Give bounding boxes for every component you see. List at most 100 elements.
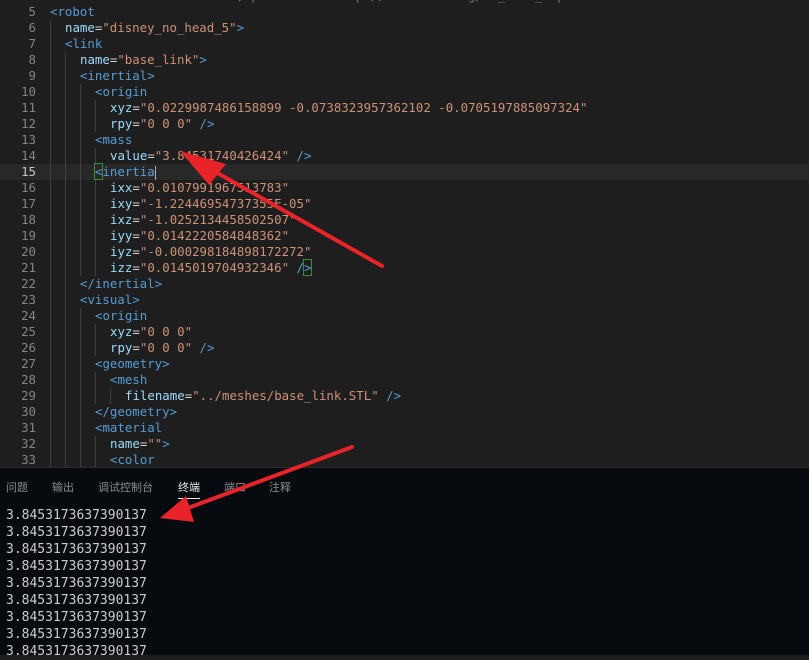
code-line[interactable]: 16 ixx="0.0107991967513783" [0, 180, 809, 196]
panel-tab[interactable]: 端口 [224, 479, 246, 495]
panel-tab[interactable]: 注释 [269, 479, 291, 495]
code-line[interactable]: 9 <inertial> [0, 68, 809, 84]
token-tag: <origin [95, 308, 148, 323]
indent-guide [65, 324, 66, 340]
token-str: "0.0145019704932346" [139, 260, 290, 275]
indent-guide [50, 68, 51, 84]
token-str: "0 0 0" [139, 324, 193, 339]
code-line[interactable]: 15 <inertia [0, 163, 809, 180]
token-tag: /> [192, 340, 215, 355]
code-line[interactable]: 23 <visual> [0, 292, 809, 308]
code-line[interactable]: 24 <origin [0, 308, 809, 324]
code-line[interactable]: 22 </inertial> [0, 276, 809, 292]
token-attr: ixz [110, 212, 133, 227]
indent-guide [50, 196, 51, 212]
code-line[interactable]: 10 <origin [0, 84, 809, 100]
indent-guide [65, 356, 66, 372]
indent-guide [95, 180, 96, 196]
indent-guide [50, 436, 51, 452]
token-tag: <inertial> [80, 68, 155, 83]
indent-guide [80, 212, 81, 228]
code-line[interactable]: 18 ixz="-1.0252134458502507" [0, 212, 809, 228]
indent-guide [50, 324, 51, 340]
indent-guide [50, 420, 51, 436]
code-text: xyz="0.0229987486158899 -0.0738323957362… [110, 100, 587, 116]
panel-tab[interactable]: 终端 [178, 479, 200, 495]
token-eq: = [132, 340, 140, 355]
code-text: <link [65, 36, 102, 52]
code-line[interactable]: 8 name="base_link"> [0, 52, 809, 68]
code-line[interactable]: 11 xyz="0.0229987486158899 -0.07383239573… [0, 100, 809, 116]
code-line[interactable]: 19 iyy="0.0142220584848362" [0, 228, 809, 244]
code-line[interactable]: 14 value="3.84531740426424" /> [0, 148, 809, 164]
code-line[interactable]: 26 rpy="0 0 0" /> [0, 340, 809, 356]
code-line[interactable]: 33 <color [0, 452, 809, 468]
code-line[interactable]: 21 izz="0.0145019704932346" /> [0, 259, 809, 276]
indent-guide [65, 260, 66, 276]
code-line[interactable]: 7 <link [0, 36, 809, 52]
indent-guide [65, 340, 66, 356]
code-line[interactable]: 12 rpy="0 0 0" /> [0, 116, 809, 132]
line-number: 19 [21, 228, 36, 243]
indent-guide [65, 244, 66, 260]
indent-guide [65, 404, 66, 420]
code-line[interactable]: 17 ixy="-1.22446954737355E-05" [0, 196, 809, 212]
line-number: 13 [21, 132, 36, 147]
indent-guide [65, 372, 66, 388]
token-eq: = [132, 212, 140, 227]
token-str: "../meshes/base_link.STL" [192, 388, 379, 403]
code-line[interactable]: 28 <mesh [0, 372, 809, 388]
indent-guide [65, 148, 66, 164]
code-line[interactable]: 30 </geometry> [0, 404, 809, 420]
line-number: 11 [21, 100, 36, 115]
terminal-output[interactable]: 3.8453173637390137 3.8453173637390137 3.84… [6, 507, 147, 660]
indent-guide [50, 276, 51, 292]
indent-guide [65, 452, 66, 468]
indent-guide [50, 388, 51, 404]
token-tag: /> [192, 116, 215, 131]
terminal-line: 3.8453173637390137 [6, 610, 147, 625]
code-line[interactable]: 6 name="disney_no_head_5"> [0, 20, 809, 36]
code-line[interactable]: 27 <geometry> [0, 356, 809, 372]
line-number: 8 [28, 52, 36, 67]
token-eq: = [132, 324, 140, 339]
panel-tab[interactable]: 问题 [6, 479, 28, 495]
indent-guide [50, 340, 51, 356]
line-number: 20 [21, 244, 36, 259]
token-attr: filename [125, 388, 185, 403]
indent-guide [65, 212, 66, 228]
line-number: 23 [21, 292, 36, 307]
line-number: 10 [21, 84, 36, 99]
indent-guide [50, 132, 51, 148]
code-line[interactable]: 29 filename="../meshes/base_link.STL" /> [0, 388, 809, 404]
terminal-line: 3.8453173637390137 [6, 644, 147, 659]
indent-guide [50, 404, 51, 420]
panel-tab[interactable]: 调试控制台 [98, 479, 153, 495]
token-attr: name [65, 20, 95, 35]
token-tag: </inertial> [80, 276, 163, 291]
code-line[interactable]: 13 <mass [0, 132, 809, 148]
code-text: filename="../meshes/base_link.STL" /> [125, 388, 401, 404]
code-line[interactable]: 5 <robot [0, 4, 809, 20]
token-str: "disney_no_head_5" [102, 20, 237, 35]
code-line[interactable]: 25 xyz="0 0 0" [0, 324, 809, 340]
code-line[interactable]: 32 name=""> [0, 436, 809, 452]
code-editor[interactable]: 4<!-- For more information, please see h… [0, 0, 809, 468]
code-line[interactable]: 31 <material [0, 420, 809, 436]
token-tag: <link [65, 36, 103, 51]
line-number: 18 [21, 212, 36, 227]
indent-guide [80, 260, 81, 276]
indent-guide [80, 100, 81, 116]
token-attr: name [110, 436, 140, 451]
token-tag: inertia [102, 164, 155, 179]
code-text: <inertial> [80, 68, 155, 84]
line-number: 32 [21, 436, 36, 451]
token-tag: <mesh [110, 372, 148, 387]
line-number: 26 [21, 340, 36, 355]
token-str: "0 0 0" [139, 340, 193, 355]
indent-guide [80, 244, 81, 260]
code-line[interactable]: 20 iyz="-0.000298184898172272" [0, 244, 809, 260]
token-hltag: > [302, 259, 313, 276]
panel-tab[interactable]: 输出 [52, 479, 74, 495]
indent-guide [95, 436, 96, 452]
